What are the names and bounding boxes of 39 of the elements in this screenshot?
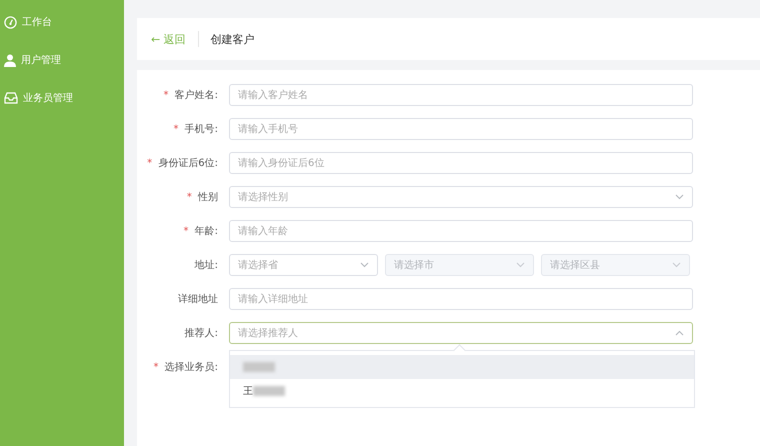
required-mark: * xyxy=(147,158,152,169)
sidebar-item[interactable]: 用户管理 xyxy=(0,52,124,68)
field-label: 详细地址 xyxy=(178,294,218,305)
input-field[interactable]: 请输入手机号 xyxy=(229,118,693,140)
required-mark: * xyxy=(153,362,158,373)
select-field[interactable]: 请选择省 xyxy=(229,254,378,276)
select-field[interactable]: 请选择推荐人 xyxy=(229,322,693,344)
input-field[interactable]: 请输入客户姓名 xyxy=(229,84,693,106)
dropdown-option[interactable] xyxy=(230,355,694,379)
input-field[interactable]: 请输入年龄 xyxy=(229,220,693,242)
caret-down-icon xyxy=(360,262,369,268)
field-label: 客户姓名: xyxy=(174,90,218,101)
required-mark: * xyxy=(183,226,188,237)
field-label: 身份证后6位: xyxy=(158,158,218,169)
field-label: 选择业务员: xyxy=(164,362,218,373)
field-label: 性别 xyxy=(198,192,218,203)
field-label: 推荐人: xyxy=(184,328,218,339)
required-mark: * xyxy=(186,192,192,203)
option-text: 王 xyxy=(243,385,253,398)
back-link[interactable]: ← 返回 xyxy=(151,32,186,46)
dropdown-option[interactable]: 王 xyxy=(230,379,694,403)
user-icon xyxy=(4,54,16,66)
caret-down-icon xyxy=(516,262,525,268)
field-label: 手机号: xyxy=(184,124,218,135)
input-field[interactable]: 请输入详细地址 xyxy=(229,288,693,310)
caret-down-icon xyxy=(672,262,681,268)
sidebar-item[interactable]: 工作台 xyxy=(0,14,124,30)
field-label: 年龄: xyxy=(194,226,218,237)
input-field[interactable]: 请输入身份证后6位 xyxy=(229,152,693,174)
caret-down-icon xyxy=(675,194,684,200)
sidebar-item[interactable]: 业务员管理 xyxy=(0,90,124,106)
page-title: 创建客户 xyxy=(210,32,255,46)
caret-up-icon xyxy=(675,330,684,336)
select-field[interactable]: 请选择性别 xyxy=(229,186,693,208)
gauge-icon xyxy=(4,16,17,28)
required-mark: * xyxy=(173,124,178,135)
required-mark: * xyxy=(163,90,168,101)
inbox-icon xyxy=(4,92,18,104)
field-label: 地址: xyxy=(194,260,218,271)
